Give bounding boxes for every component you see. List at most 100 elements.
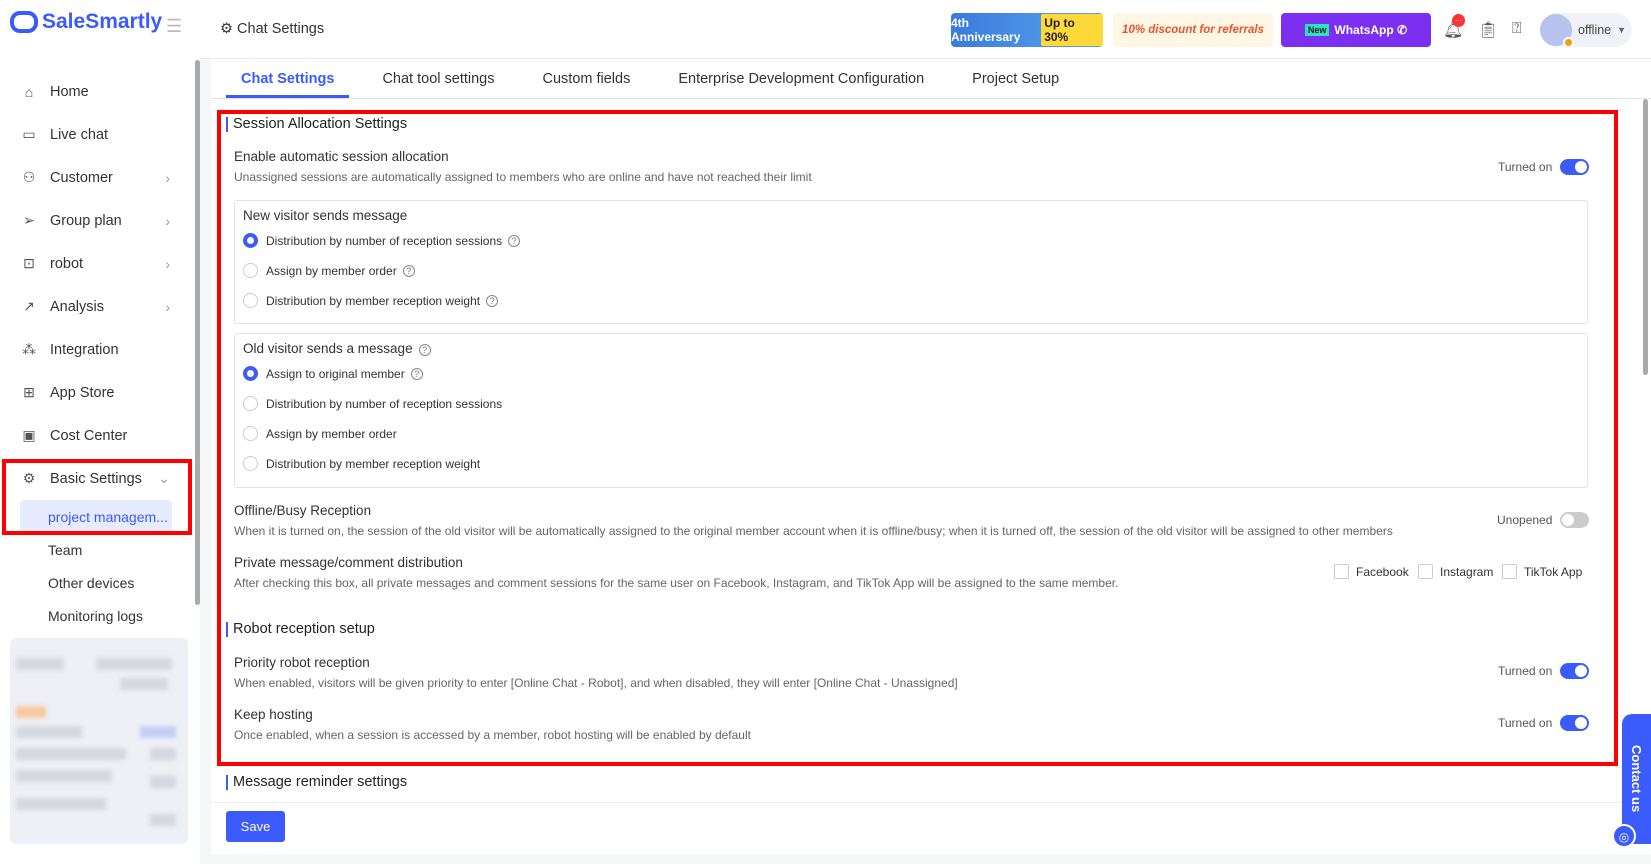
users-icon: ⚇	[22, 169, 36, 185]
option-label: Distribution by member reception weight	[266, 293, 481, 308]
tab-enterprise-development[interactable]: Enterprise Development Configuration	[663, 59, 939, 98]
tab-custom-fields[interactable]: Custom fields	[528, 59, 646, 98]
chevron-right-icon: ›	[165, 169, 170, 186]
highlight-box	[2, 459, 192, 535]
chat-bubble-icon[interactable]: ◎	[1612, 824, 1636, 848]
tiktok-checkbox[interactable]: TikTok App	[1502, 564, 1582, 579]
sidebar-scrollbar[interactable]	[195, 60, 200, 605]
option-label: Assign by member order	[266, 426, 397, 441]
chevron-right-icon: ›	[165, 212, 170, 229]
auto-allocation-toggle[interactable]	[1560, 159, 1589, 175]
radio-option[interactable]: Assign by member order	[243, 426, 397, 441]
gear-icon: ⚙	[220, 21, 238, 37]
logo[interactable]: SaleSmartly	[10, 10, 162, 34]
sidebar-item-cost-center[interactable]: ▣ Cost Center	[0, 414, 196, 457]
section-title: Message reminder settings	[226, 775, 407, 790]
title-text: Chat Settings	[237, 21, 325, 37]
setting-title: Private message/comment distribution	[234, 555, 463, 570]
toggle-state: Turned on	[1498, 664, 1553, 678]
offline-busy-toggle[interactable]	[1560, 512, 1589, 528]
tab-bar: Chat Settings Chat tool settings Custom …	[211, 59, 1651, 99]
status-text: offline	[1578, 23, 1612, 37]
instagram-checkbox[interactable]: Instagram	[1418, 564, 1493, 579]
integration-icon: ⁂	[22, 341, 36, 357]
keep-hosting-toggle[interactable]	[1560, 715, 1589, 731]
radio-option[interactable]: Distribution by number of reception sess…	[243, 233, 521, 248]
help-icon[interactable]: ⍰	[1512, 20, 1522, 38]
option-label: Distribution by number of reception sess…	[266, 396, 503, 411]
notification-badge: ...	[1452, 14, 1465, 27]
chevron-right-icon: ›	[165, 255, 170, 272]
label: Analysis	[50, 298, 104, 315]
grid-icon: ⊞	[23, 384, 35, 400]
toggle-state: Unopened	[1497, 513, 1553, 527]
sidebar-subitem-monitoring-logs[interactable]: Monitoring logs	[0, 599, 196, 632]
chat-icon: ▭	[22, 126, 36, 142]
sidebar-item-customer[interactable]: ⚇ Customer ›	[0, 156, 196, 199]
sidebar: SaleSmartly ☰ ⌂ Home ▭ Live chat ⚇ Customer…	[0, 0, 200, 864]
setting-desc: When enabled, visitors will be given pri…	[234, 676, 958, 690]
sidebar-subitem-other-devices[interactable]: Other devices	[0, 566, 196, 599]
radio-option[interactable]: Assign by member order?	[243, 263, 415, 278]
radio-option[interactable]: Distribution by number of reception sess…	[243, 396, 502, 411]
clipboard-icon[interactable]: 📋︎	[1478, 20, 1498, 40]
label: Customer	[50, 169, 113, 186]
content-scrollbar[interactable]	[1643, 99, 1648, 375]
old-visitor-box: Old visitor sends a message? Assign to o…	[234, 333, 1588, 488]
tab-project-setup[interactable]: Project Setup	[957, 59, 1074, 98]
help-icon[interactable]: ?	[410, 367, 423, 380]
option-label: Distribution by number of reception sess…	[266, 233, 503, 248]
status-dot	[1563, 37, 1574, 48]
anniversary-banner[interactable]: 4th Anniversary Up to 30%	[951, 13, 1103, 47]
group-title: New visitor sends message	[243, 208, 408, 223]
sidebar-subitem-team[interactable]: Team	[0, 533, 196, 566]
help-icon[interactable]: ?	[418, 344, 431, 356]
sidebar-item-integration[interactable]: ⁂ Integration	[0, 328, 196, 371]
whatsapp-banner[interactable]: New WhatsApp ✆	[1281, 13, 1431, 47]
help-icon[interactable]: ?	[402, 264, 415, 277]
sidebar-item-analysis[interactable]: ↗ Analysis ›	[0, 285, 196, 328]
blurred-panel	[10, 638, 188, 844]
caret-down-icon: ▼	[1617, 25, 1627, 35]
radio-option[interactable]: Assign to original member?	[243, 366, 423, 381]
sidebar-item-robot[interactable]: ⊡ robot ›	[0, 242, 196, 285]
label: Integration	[50, 341, 119, 358]
banner-badge: New	[1304, 24, 1330, 36]
sidebar-item-live-chat[interactable]: ▭ Live chat	[0, 113, 196, 156]
setting-title: Enable automatic session allocation	[234, 149, 449, 164]
help-icon[interactable]: ?	[486, 294, 499, 307]
setting-title: Keep hosting	[234, 707, 313, 722]
label: Instagram	[1440, 564, 1494, 579]
banner-badge: Up to 30%	[1041, 14, 1103, 46]
tab-chat-tool-settings[interactable]: Chat tool settings	[367, 59, 509, 98]
radio-option[interactable]: Distribution by member reception weight?	[243, 293, 499, 308]
facebook-checkbox[interactable]: Facebook	[1334, 564, 1409, 579]
home-icon: ⌂	[24, 83, 34, 100]
priority-robot-toggle[interactable]	[1560, 663, 1589, 679]
setting-desc: After checking this box, all private mes…	[234, 576, 1119, 590]
nav-menu: ⌂ Home ▭ Live chat ⚇ Customer › ➢ Group plan ›…	[0, 70, 196, 632]
group-title: Old visitor sends a message?	[243, 341, 431, 356]
help-icon[interactable]: ?	[508, 234, 521, 247]
radio-option[interactable]: Distribution by member reception weight	[243, 456, 480, 471]
label: App Store	[50, 384, 115, 401]
setting-title: Offline/Busy Reception	[234, 503, 372, 518]
sidebar-item-group-plan[interactable]: ➢ Group plan ›	[0, 199, 196, 242]
new-visitor-box: New visitor sends message Distribution b…	[234, 200, 1588, 324]
wallet-icon: ▣	[22, 427, 36, 443]
setting-title: Priority robot reception	[234, 655, 370, 670]
sidebar-item-app-store[interactable]: ⊞ App Store	[0, 371, 196, 414]
chevron-right-icon: ›	[165, 298, 170, 315]
menu-collapse-icon[interactable]: ☰	[166, 16, 182, 37]
section-title: Robot reception setup	[226, 622, 375, 637]
page-title: ⚙ Chat Settings	[220, 21, 324, 37]
referral-banner[interactable]: 10% discount for referrals	[1113, 13, 1273, 47]
banner-text: 4th Anniversary	[951, 16, 1021, 44]
save-button[interactable]: Save	[226, 811, 285, 842]
setting-desc: Unassigned sessions are automatically as…	[234, 170, 812, 184]
tab-chat-settings[interactable]: Chat Settings	[226, 59, 350, 98]
section-title: Session Allocation Settings	[226, 117, 407, 132]
user-status-menu[interactable]: offline ▼	[1540, 13, 1632, 48]
sidebar-item-home[interactable]: ⌂ Home	[0, 70, 196, 113]
send-icon: ➢	[23, 212, 35, 228]
